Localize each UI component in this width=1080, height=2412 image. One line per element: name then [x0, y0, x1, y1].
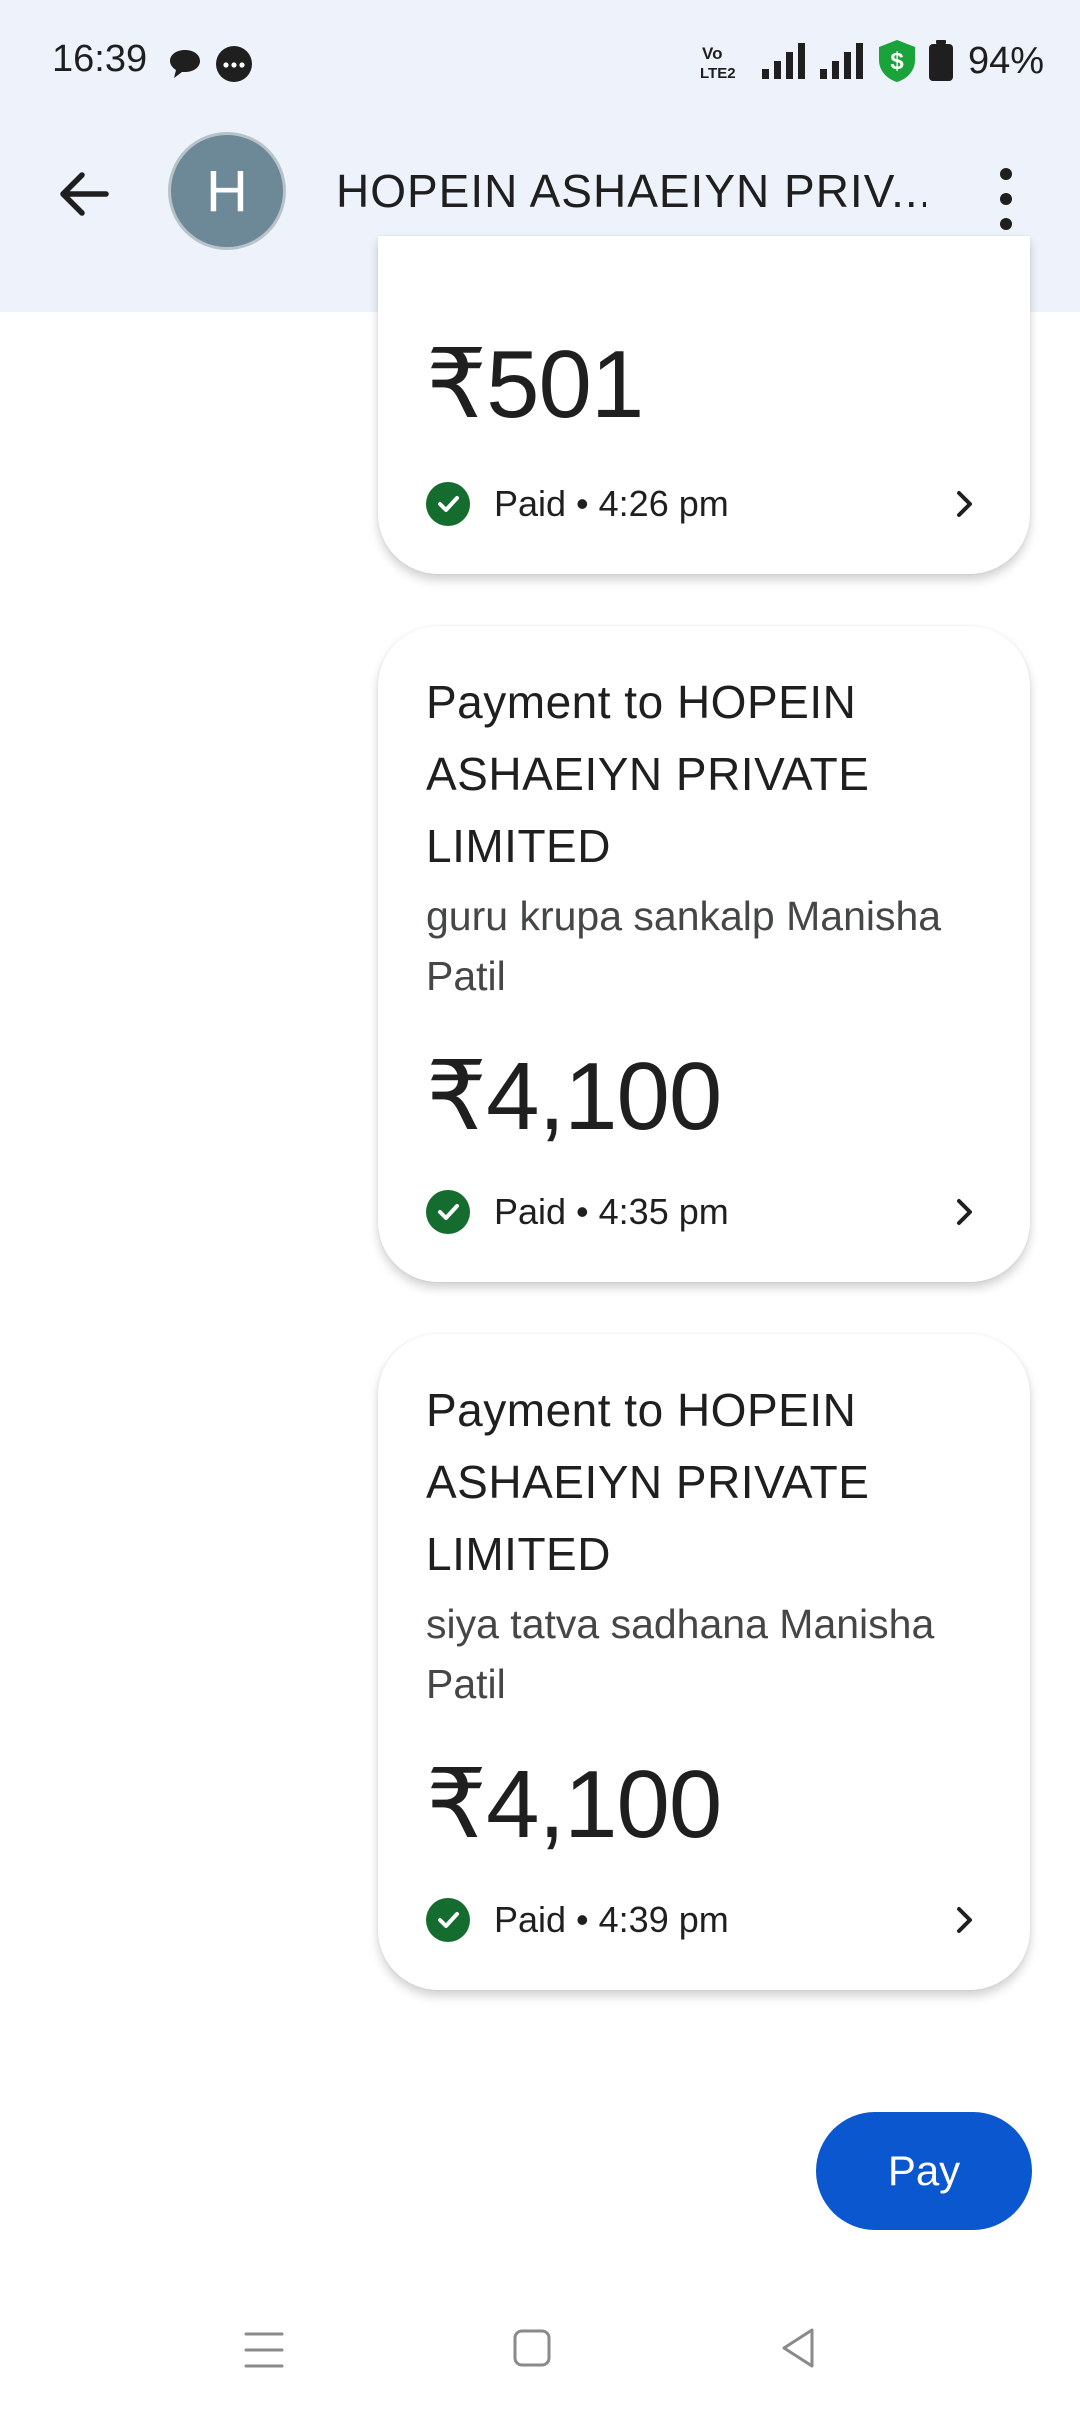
pay-button[interactable]: Pay — [816, 2112, 1032, 2230]
svg-text:Vo: Vo — [702, 44, 722, 63]
status-right: Vo LTE2 $ 94% — [700, 36, 1044, 86]
more-options-icon[interactable] — [986, 164, 1026, 234]
transaction-title: Payment to HOPEIN ASHAEIYN PRIVATE LIMIT… — [426, 676, 870, 872]
transaction-amount: ₹501 — [426, 331, 644, 438]
message-dots-icon — [216, 46, 252, 82]
transaction-note: siya tatva sadhana Manisha Patil — [426, 1601, 935, 1707]
transaction-title: Payment to HOPEIN ASHAEIYN PRIVATE LIMIT… — [426, 1384, 870, 1580]
back-arrow-icon[interactable] — [52, 162, 116, 226]
svg-text:LTE2: LTE2 — [700, 65, 736, 81]
back-triangle-icon[interactable] — [778, 2326, 818, 2370]
transaction-amount: ₹4,100 — [426, 1043, 722, 1150]
transaction-status: Paid • 4:39 pm — [494, 1899, 729, 1940]
avatar[interactable]: H — [168, 132, 286, 250]
status-bar: 16:39 Vo LTE2 $ 94% — [0, 0, 1080, 120]
svg-text:$: $ — [890, 48, 904, 75]
chevron-right-icon[interactable] — [946, 1194, 982, 1230]
system-nav-bar — [0, 2290, 1080, 2412]
battery-percent: 94% — [967, 39, 1044, 82]
transaction-amount: ₹4,100 — [426, 1751, 722, 1858]
menu-icon[interactable] — [244, 2328, 284, 2372]
transaction-card[interactable]: Payment to HOPEIN ASHAEIYN PRIVATE LIMIT… — [378, 626, 1030, 1282]
battery-icon — [928, 40, 953, 81]
transaction-status-row: Paid • 4:39 pm — [426, 1890, 982, 1950]
check-circle-icon — [426, 482, 470, 526]
transaction-status: Paid • 4:35 pm — [494, 1191, 729, 1232]
transaction-card[interactable]: Payment to HOPEIN ASHAEIYN PRIVATE LIMIT… — [378, 1334, 1030, 1990]
transaction-note: guru krupa sankalp Manisha Patil — [426, 893, 942, 999]
transaction-card[interactable]: ₹501 Paid • 4:26 pm — [378, 236, 1030, 574]
transaction-status: Paid • 4:26 pm — [494, 483, 729, 524]
chat-bubble-icon — [170, 50, 200, 78]
page-title: HOPEIN ASHAEIYN PRIV... — [336, 165, 926, 217]
volte-icon: Vo LTE2 — [700, 44, 736, 81]
signal-icon — [819, 43, 863, 79]
transaction-status-row: Paid • 4:26 pm — [426, 474, 982, 534]
home-square-icon[interactable] — [512, 2328, 552, 2368]
chevron-right-icon[interactable] — [946, 486, 982, 522]
check-circle-icon — [426, 1898, 470, 1942]
status-time: 16:39 — [52, 38, 148, 80]
signal-icon — [761, 43, 805, 79]
check-circle-icon — [426, 1190, 470, 1234]
security-shield-dollar-icon: $ — [878, 40, 915, 82]
chevron-right-icon[interactable] — [946, 1902, 982, 1938]
transaction-status-row: Paid • 4:35 pm — [426, 1182, 982, 1242]
